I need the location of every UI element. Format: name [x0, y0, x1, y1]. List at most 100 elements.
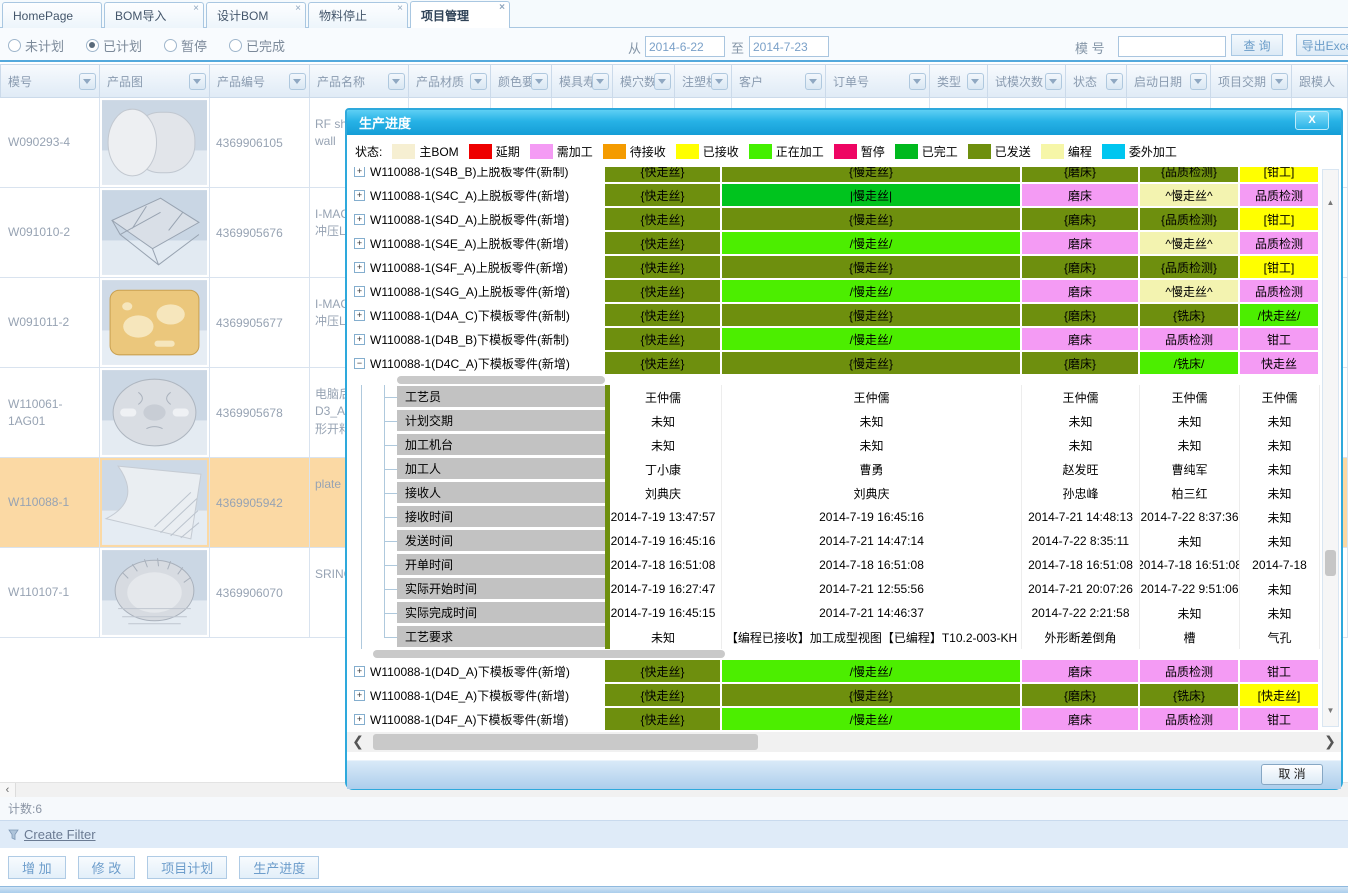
radio-completed[interactable]: 已完成 — [229, 36, 285, 55]
filter-dropdown-icon[interactable] — [79, 73, 96, 90]
expand-icon[interactable]: + — [354, 714, 365, 725]
expand-icon[interactable]: + — [354, 690, 365, 701]
tree-row[interactable]: +W110088-1(S4B_B)上脱板零件(新制){快走丝}{慢走丝}{磨床}… — [347, 167, 1341, 183]
scrollbar-thumb[interactable] — [397, 376, 605, 384]
process-cell: /铣床/ — [1140, 352, 1238, 374]
close-tab-icon[interactable]: × — [499, 3, 505, 13]
field-value: 赵发旺 — [1022, 457, 1140, 481]
filter-dropdown-icon[interactable] — [1190, 73, 1207, 90]
filter-dropdown-icon[interactable] — [1045, 73, 1062, 90]
radio-planned[interactable]: 已计划 — [86, 36, 142, 55]
radio-paused[interactable]: 暂停 — [164, 36, 207, 55]
scrollbar-thumb[interactable] — [373, 734, 758, 750]
filter-dropdown-icon[interactable] — [592, 73, 609, 90]
expand-icon[interactable]: + — [354, 214, 365, 225]
field-label: 接收时间 — [397, 506, 605, 527]
tree-row[interactable]: +W110088-1(D4F_A)下模板零件(新增){快走丝}/慢走丝/磨床品质… — [347, 707, 1341, 731]
part-label: W110088-1(S4G_A)上脱板零件(新增) — [370, 283, 570, 300]
filter-dropdown-icon[interactable] — [388, 73, 405, 90]
radio-icon[interactable] — [229, 39, 242, 52]
tab-material-stop[interactable]: 物料停止× — [308, 2, 408, 28]
filter-dropdown-icon[interactable] — [289, 73, 306, 90]
modify-button[interactable]: 修 改 — [78, 856, 136, 879]
radio-unplanned[interactable]: 未计划 — [8, 36, 64, 55]
tab-label: 设计BOM — [217, 7, 268, 24]
scroll-left-arrow-icon[interactable]: ❮ — [349, 732, 367, 752]
tree-row[interactable]: +W110088-1(S4D_A)上脱板零件(新增){快走丝}{慢走丝}{磨床}… — [347, 207, 1341, 231]
process-cell: [钳工] — [1240, 208, 1318, 230]
tab-bar: HomePageBOM导入×设计BOM×物料停止×项目管理× — [0, 0, 1348, 28]
tree-row[interactable]: +W110088-1(S4E_A)上脱板零件(新增){快走丝}/慢走丝/磨床^慢… — [347, 231, 1341, 255]
scrollbar-thumb[interactable] — [1325, 550, 1336, 576]
tab-design-bom[interactable]: 设计BOM × — [206, 2, 306, 28]
scroll-up-arrow-icon[interactable]: ▲ — [1324, 196, 1337, 210]
modal-horizontal-scrollbar[interactable]: ❮ ❯ — [347, 732, 1341, 752]
radio-icon[interactable] — [164, 39, 177, 52]
to-date-input[interactable] — [749, 36, 829, 57]
header-cell: 注塑机 — [675, 64, 732, 98]
radio-icon[interactable] — [8, 39, 21, 52]
vertical-scrollbar[interactable]: ▲ ▼ — [1322, 169, 1339, 727]
tree-row[interactable]: +W110088-1(S4C_A)上脱板零件(新增){快走丝}|慢走丝|磨床^慢… — [347, 183, 1341, 207]
filter-dropdown-icon[interactable] — [1106, 73, 1123, 90]
tree-row[interactable]: +W110088-1(D4D_A)下模板零件(新增){快走丝}/慢走丝/磨床品质… — [347, 659, 1341, 683]
filter-dropdown-icon[interactable] — [470, 73, 487, 90]
tab-bom-import[interactable]: BOM导入× — [104, 2, 204, 28]
expand-icon[interactable]: + — [354, 167, 365, 177]
create-filter-link[interactable]: Create Filter — [24, 827, 96, 842]
mini-hscrollbar-bottom[interactable] — [347, 649, 1341, 659]
close-icon[interactable]: X — [1295, 111, 1329, 130]
scroll-right-arrow-icon[interactable]: ❯ — [1321, 732, 1339, 752]
scroll-down-arrow-icon[interactable]: ▼ — [1324, 704, 1337, 718]
radio-icon[interactable] — [86, 39, 99, 52]
tree-row[interactable]: +W110088-1(S4G_A)上脱板零件(新增){快走丝}/慢走丝/磨床^慢… — [347, 279, 1341, 303]
search-button[interactable]: 查 询 — [1231, 34, 1283, 56]
expand-icon[interactable]: + — [354, 286, 365, 297]
scroll-left-arrow-icon[interactable]: ‹ — [0, 783, 16, 798]
product-image — [100, 188, 209, 277]
tree-row[interactable]: +W110088-1(D4A_C)下模板零件(新制){快走丝}{慢走丝}{磨床}… — [347, 303, 1341, 327]
expand-icon[interactable]: + — [354, 666, 365, 677]
process-cell: {铣床} — [1140, 684, 1238, 706]
field-label: 发送时间 — [397, 530, 605, 551]
mould-no-input[interactable] — [1118, 36, 1226, 57]
header-cell: 产品材质 — [409, 64, 491, 98]
expand-icon[interactable]: + — [354, 310, 365, 321]
filter-dropdown-icon[interactable] — [1271, 73, 1288, 90]
collapse-icon[interactable]: − — [354, 358, 365, 369]
close-tab-icon[interactable]: × — [397, 4, 403, 14]
add-button[interactable]: 增 加 — [8, 856, 66, 879]
mini-hscrollbar-top[interactable] — [347, 375, 1341, 385]
filter-dropdown-icon[interactable] — [711, 73, 728, 90]
close-tab-icon[interactable]: × — [193, 4, 199, 14]
process-cell: 快走丝 — [1240, 352, 1318, 374]
filter-dropdown-icon[interactable] — [654, 73, 671, 90]
tab-homepage[interactable]: HomePage — [2, 2, 102, 28]
expand-icon[interactable]: + — [354, 190, 365, 201]
filter-dropdown-icon[interactable] — [967, 73, 984, 90]
tree-row[interactable]: +W110088-1(S4F_A)上脱板零件(新增){快走丝}{慢走丝}{磨床}… — [347, 255, 1341, 279]
field-value: 未知 — [1140, 433, 1240, 457]
export-excel-button[interactable]: 导出Exce — [1296, 34, 1348, 56]
cancel-button[interactable]: 取 消 — [1261, 764, 1323, 785]
expand-icon[interactable]: + — [354, 238, 365, 249]
tree-row[interactable]: +W110088-1(D4B_B)下模板零件(新制){快走丝}/慢走丝/磨床品质… — [347, 327, 1341, 351]
scrollbar-thumb[interactable] — [373, 650, 725, 658]
production-progress-button[interactable]: 生产进度 — [239, 856, 319, 879]
tab-project-management[interactable]: 项目管理× — [410, 1, 510, 28]
expand-icon[interactable]: + — [354, 262, 365, 273]
close-tab-icon[interactable]: × — [295, 4, 301, 14]
field-value: 王仲儒 — [1022, 385, 1140, 409]
from-date-input[interactable] — [645, 36, 725, 57]
tree-row[interactable]: −W110088-1(D4C_A)下模板零件(新增){快走丝}{慢走丝}{磨床}… — [347, 351, 1341, 375]
filter-dropdown-icon[interactable] — [805, 73, 822, 90]
filter-dropdown-icon[interactable] — [531, 73, 548, 90]
product-image — [100, 548, 209, 637]
expand-icon[interactable]: + — [354, 334, 365, 345]
field-value: 2014-7-18 16:51:08 — [605, 553, 722, 577]
filter-dropdown-icon[interactable] — [909, 73, 926, 90]
tree-row[interactable]: +W110088-1(D4E_A)下模板零件(新增){快走丝}{慢走丝}{磨床}… — [347, 683, 1341, 707]
filter-dropdown-icon[interactable] — [189, 73, 206, 90]
project-plan-button[interactable]: 项目计划 — [147, 856, 227, 879]
radio-label: 暂停 — [181, 36, 207, 55]
